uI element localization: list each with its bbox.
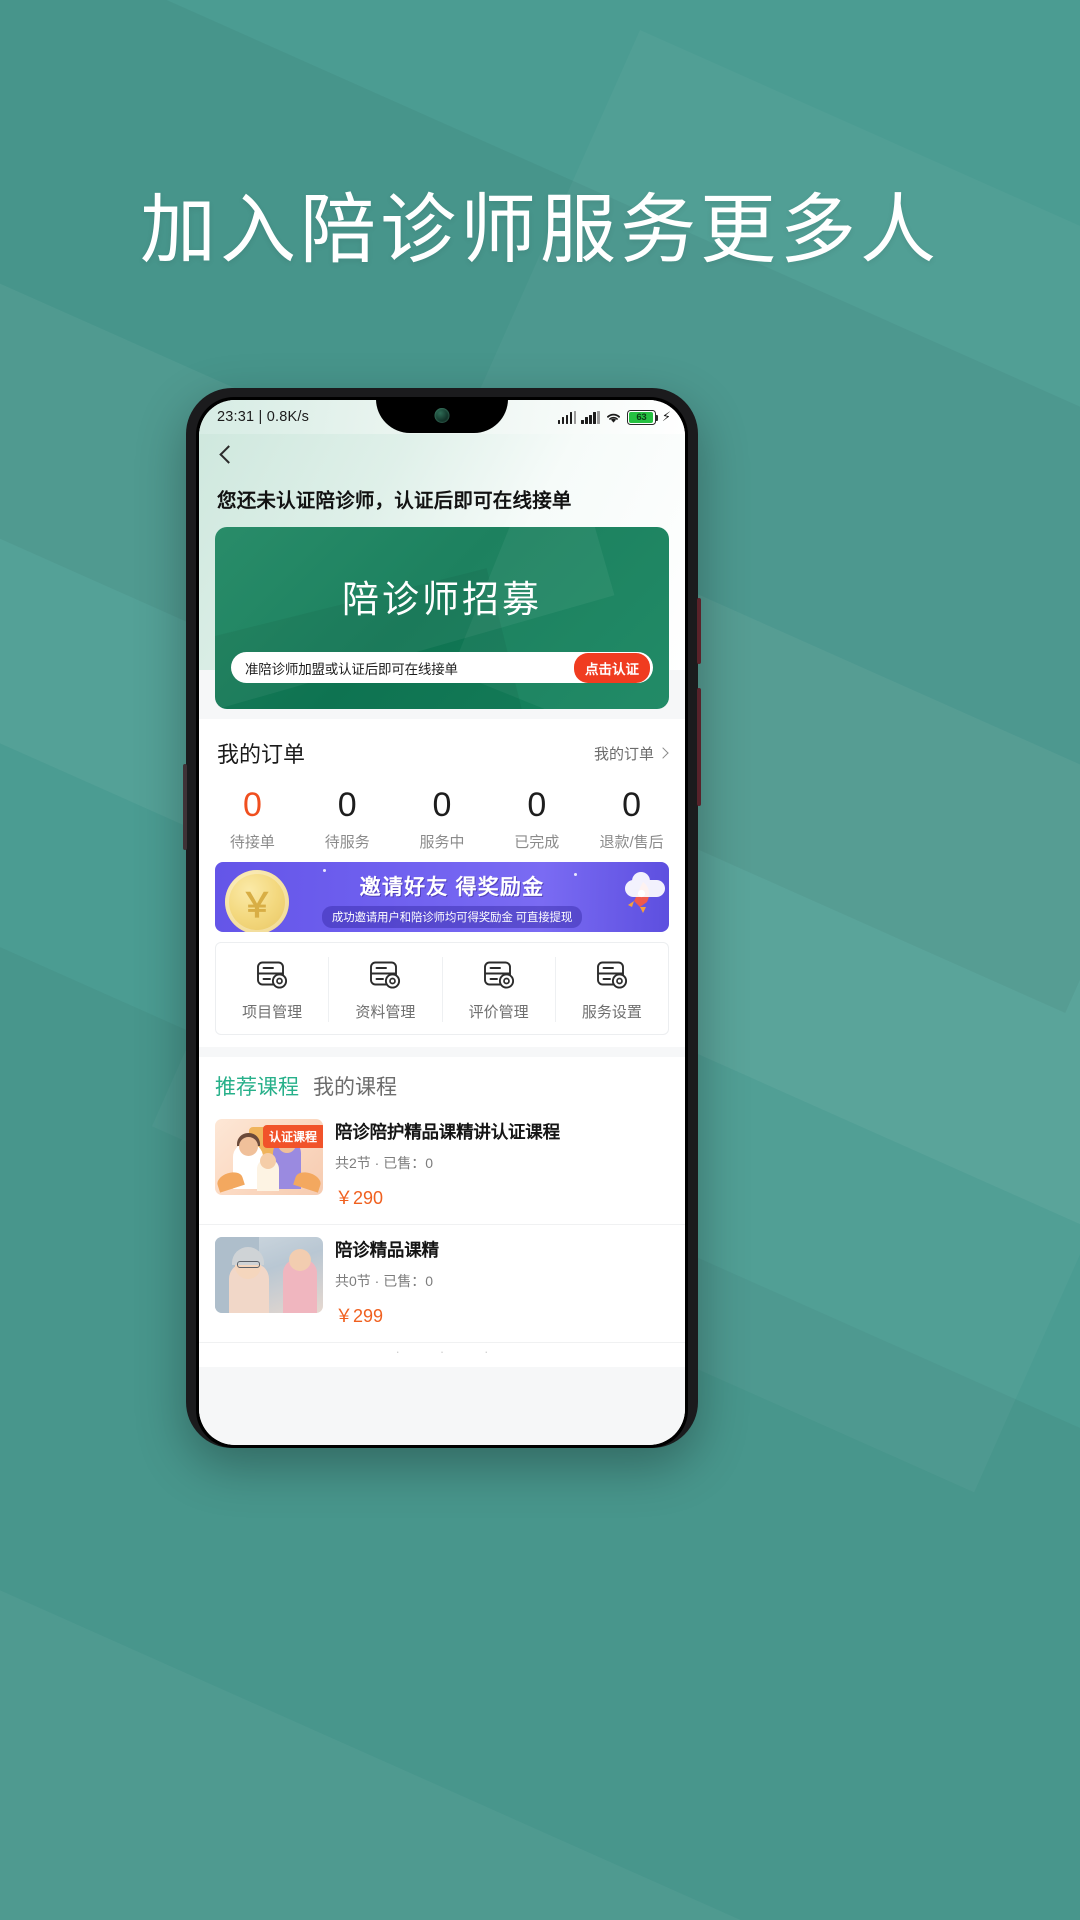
stat-value: 0: [622, 786, 642, 824]
course-thumbnail: 认证课程: [215, 1118, 323, 1195]
recruit-banner-title: 陪诊师招募: [342, 579, 542, 620]
yen-coin-icon: ￥: [225, 869, 289, 932]
lightning-bolt-icon: ⚡: [661, 409, 671, 424]
course-meta: 共0节 · 已售：0: [335, 1272, 434, 1289]
stat-label: 退款/售后: [599, 833, 664, 851]
wifi-icon: [605, 411, 622, 424]
coin-symbol: ￥: [240, 887, 274, 926]
order-stat-pending-accept[interactable]: 0 待接单: [205, 787, 300, 852]
signal-bars-icon: [581, 410, 600, 424]
course-info: 陪诊精品课精 共0节 · 已售：0 ￥299: [335, 1237, 669, 1328]
document-gear-icon: [255, 957, 289, 991]
stat-value: 0: [242, 786, 262, 824]
document-gear-icon: [482, 957, 516, 991]
signal-bars-icon: [557, 410, 577, 424]
tool-profile-management[interactable]: 资料管理: [329, 956, 443, 1022]
course-price: ￥290: [335, 1187, 384, 1208]
invite-friends-banner[interactable]: ￥ 邀请好友 得奖励金 成功邀请用户和陪诊师均可得奖励金 可直接提现: [215, 861, 669, 932]
back-chevron-icon[interactable]: [215, 444, 237, 466]
phone-screen: 23:31 | 0.8K/s 63 ⚡ 您还未认证陪诊师，认证后即可在线接单 陪…: [199, 400, 685, 1445]
orders-more-label: 我的订单: [593, 745, 654, 763]
app-navbar: [199, 434, 685, 476]
orders-title: 我的订单: [217, 742, 306, 767]
tool-label: 评价管理: [468, 1003, 529, 1021]
tool-project-management[interactable]: 项目管理: [216, 956, 330, 1022]
course-thumbnail: [215, 1236, 323, 1313]
stat-value: 0: [432, 786, 452, 824]
phone-notch: [376, 400, 508, 433]
recruit-banner[interactable]: 陪诊师招募 准陪诊师加盟或认证后即可在线接单 点击认证: [215, 527, 669, 709]
course-meta: 共2节 · 已售：0: [335, 1154, 434, 1171]
tab-my-courses[interactable]: 我的课程: [313, 1071, 397, 1101]
front-camera-icon: [434, 408, 450, 423]
course-list-item[interactable]: 陪诊精品课精 共0节 · 已售：0 ￥299: [199, 1225, 685, 1343]
poster-headline: 加入陪诊师服务更多人: [140, 188, 940, 273]
status-right: 63 ⚡: [557, 409, 671, 425]
order-stat-refund-aftersale[interactable]: 0 退款/售后: [584, 787, 679, 852]
cloud-icon: [625, 871, 665, 897]
order-stat-in-service[interactable]: 0 服务中: [395, 787, 490, 852]
course-price: ￥299: [335, 1305, 384, 1326]
battery-level: 63: [636, 411, 647, 423]
phone-mockup: 23:31 | 0.8K/s 63 ⚡ 您还未认证陪诊师，认证后即可在线接单 陪…: [183, 388, 701, 1448]
stat-label: 已完成: [514, 833, 560, 851]
stat-label: 待接单: [229, 833, 275, 851]
order-stat-pending-service[interactable]: 0 待服务: [300, 787, 395, 852]
course-tabs: 推荐课程 我的课程: [199, 1057, 685, 1107]
stat-value: 0: [337, 786, 357, 824]
status-left: 23:31 | 0.8K/s: [217, 409, 309, 425]
tools-grid: 项目管理 资料管理 评价管理 服务设置: [215, 941, 669, 1035]
invite-text-block: 邀请好友 得奖励金 成功邀请用户和陪诊师均可得奖励金 可直接提现: [293, 871, 611, 928]
course-info: 陪诊陪护精品课精讲认证课程 共2节 · 已售：0 ￥290: [335, 1119, 669, 1210]
chevron-right-icon: [657, 747, 669, 759]
orders-more-link[interactable]: 我的订单: [593, 743, 669, 764]
course-title: 陪诊精品课精: [335, 1239, 439, 1260]
tool-review-management[interactable]: 评价管理: [443, 956, 556, 1022]
certification-notice: 您还未认证陪诊师，认证后即可在线接单: [217, 490, 572, 512]
stat-label: 服务中: [419, 833, 465, 851]
phone-side-button: [183, 764, 187, 850]
status-netspeed: 0.8K/s: [266, 409, 310, 425]
nurse-photo: [215, 1236, 323, 1313]
tool-service-settings[interactable]: 服务设置: [556, 957, 668, 1022]
stat-label: 待服务: [324, 833, 370, 851]
phone-bezel: 23:31 | 0.8K/s 63 ⚡ 您还未认证陪诊师，认证后即可在线接单 陪…: [196, 397, 688, 1448]
certify-button[interactable]: 点击认证: [574, 652, 650, 683]
order-stat-completed[interactable]: 0 已完成: [489, 787, 584, 852]
status-separator: |: [258, 409, 263, 425]
courses-section: 推荐课程 我的课程 认证课程 陪诊陪护精品课精讲认证课程 共2节 · 已售：0 …: [199, 1056, 685, 1367]
orders-stats: 0 待接单 0 待服务 0 服务中 0 已完成 0 退款/售后: [199, 775, 685, 856]
course-title: 陪诊陪护精品课精讲认证课程: [335, 1121, 560, 1142]
battery-icon: 63: [626, 409, 659, 425]
course-badge: 认证课程: [262, 1124, 323, 1148]
orders-card: 我的订单 我的订单 0 待接单 0 待服务 0 服务中 0 已完成 0 退款/售…: [199, 719, 685, 1047]
recruit-cta-text: 准陪诊师加盟或认证后即可在线接单: [245, 661, 458, 677]
tool-label: 资料管理: [355, 1003, 416, 1021]
course-list-item[interactable]: 认证课程 陪诊陪护精品课精讲认证课程 共2节 · 已售：0 ￥290: [199, 1107, 685, 1225]
tab-recommended-courses[interactable]: 推荐课程: [215, 1071, 299, 1101]
next-item-peek: · · ·: [395, 1344, 489, 1360]
invite-subtitle: 成功邀请用户和陪诊师均可得奖励金 可直接提现: [321, 905, 583, 928]
app-content: 您还未认证陪诊师，认证后即可在线接单 陪诊师招募 准陪诊师加盟或认证后即可在线接…: [199, 434, 685, 1445]
stat-value: 0: [527, 786, 547, 824]
tool-label: 服务设置: [581, 1003, 642, 1021]
orders-header: 我的订单 我的订单: [199, 719, 685, 775]
tool-label: 项目管理: [242, 1003, 303, 1021]
status-time: 23:31: [217, 409, 255, 425]
recruit-cta-row: 准陪诊师加盟或认证后即可在线接单 点击认证: [231, 652, 653, 683]
document-gear-icon: [595, 957, 629, 991]
document-gear-icon: [368, 957, 402, 991]
invite-title: 邀请好友 得奖励金: [359, 875, 545, 899]
